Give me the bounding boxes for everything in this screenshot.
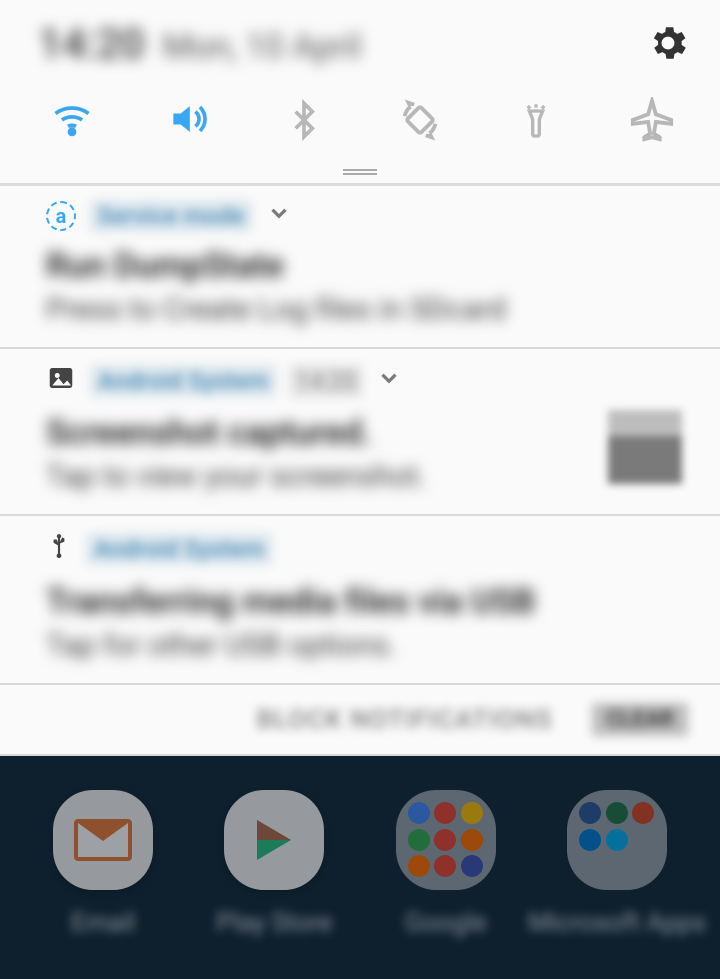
google-folder-icon: [396, 790, 496, 890]
app-label: Play Store: [216, 908, 332, 938]
auto-rotate-icon[interactable]: [390, 97, 450, 145]
notification-time: 14:20: [290, 365, 362, 397]
usb-icon: [46, 530, 72, 568]
app-label: Email: [71, 908, 135, 938]
notification-app-name: Android System: [90, 365, 276, 397]
clear-button[interactable]: CLEAR: [592, 703, 688, 736]
email-icon: [74, 819, 132, 861]
settings-gear-icon[interactable]: [646, 21, 690, 69]
home-screen-underlay: Email Play Store Google Microsoft Apps: [0, 756, 720, 979]
image-icon: [46, 363, 76, 399]
notification-item[interactable]: Android System 14:20 Screenshot captured…: [0, 349, 720, 516]
sound-icon[interactable]: [158, 97, 218, 145]
airplane-mode-icon[interactable]: [622, 97, 682, 145]
app-badge-icon: a: [46, 201, 76, 231]
app-folder[interactable]: Google: [371, 790, 521, 979]
bluetooth-icon[interactable]: [274, 97, 334, 145]
app-label: Google: [405, 908, 487, 938]
notification-body: Tap to view your screenshot.: [46, 459, 426, 494]
notification-item[interactable]: a Service mode Run DumpState Press to Cr…: [0, 186, 720, 349]
app-shortcut[interactable]: Play Store: [199, 790, 349, 979]
chevron-down-icon[interactable]: [266, 200, 292, 232]
chevron-down-icon[interactable]: [376, 365, 402, 397]
panel-drag-handle[interactable]: [0, 163, 720, 183]
microsoft-folder-icon: [567, 790, 667, 890]
statusbar-time: 14:20: [38, 20, 145, 69]
quick-settings-row: [0, 79, 720, 163]
notification-body: Tap for other USB options.: [46, 628, 682, 663]
notification-app-name: Service mode: [90, 200, 252, 232]
app-folder[interactable]: Microsoft Apps: [542, 790, 692, 979]
notification-item[interactable]: Android System Transferring media files …: [0, 516, 720, 685]
play-store-icon: [257, 820, 291, 860]
notification-title: Transferring media files via USB: [46, 582, 682, 622]
notification-footer: BLOCK NOTIFICATIONS CLEAR: [0, 685, 720, 756]
notification-app-name: Android System: [86, 533, 272, 565]
statusbar-date: Mon, 10 April: [163, 27, 362, 67]
block-notifications-button[interactable]: BLOCK NOTIFICATIONS: [257, 705, 553, 735]
screenshot-thumbnail[interactable]: [608, 410, 682, 484]
notification-title: Screenshot captured.: [46, 413, 426, 453]
notification-title: Run DumpState: [46, 246, 682, 286]
flashlight-icon[interactable]: [506, 97, 566, 145]
wifi-icon[interactable]: [42, 97, 102, 145]
notification-body: Press to Create Log files in SDcard: [46, 292, 682, 327]
app-label: Microsoft Apps: [528, 908, 706, 938]
app-shortcut[interactable]: Email: [28, 790, 178, 979]
